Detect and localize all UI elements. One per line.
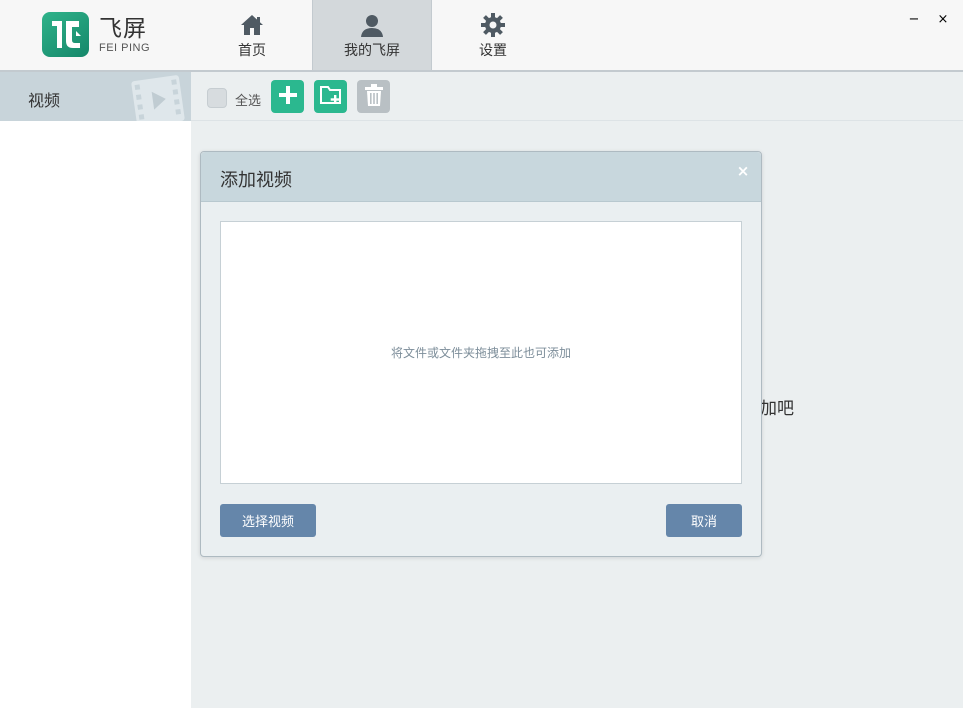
gear-icon	[480, 12, 506, 38]
tab-settings-label: 设置	[479, 43, 507, 59]
toolbar: 全选	[191, 72, 963, 121]
dialog-close-button[interactable]: ×	[735, 162, 751, 180]
logo-mark-icon	[42, 12, 89, 57]
add-folder-button[interactable]	[314, 80, 347, 113]
trash-icon	[364, 83, 384, 111]
add-video-button[interactable]	[271, 80, 304, 113]
tab-home-label: 首页	[238, 43, 266, 59]
choose-video-button[interactable]: 选择视频	[220, 504, 316, 537]
delete-button[interactable]	[357, 80, 390, 113]
sidebar-item-video[interactable]: 视频	[0, 72, 191, 121]
select-all-checkbox[interactable]	[207, 88, 227, 108]
add-video-dialog: 添加视频 × 将文件或文件夹拖拽至此也可添加 选择视频 取消	[200, 151, 762, 557]
logo-name-cn: 飞屏	[99, 15, 147, 42]
dialog-header: 添加视频 ×	[201, 152, 761, 202]
title-bar: 飞屏 FEI PING 首页 我的飞屏 设置 − ×	[0, 0, 963, 72]
film-play-icon	[128, 74, 188, 121]
file-drop-zone[interactable]: 将文件或文件夹拖拽至此也可添加	[220, 221, 742, 484]
logo-name-en: FEI PING	[99, 41, 151, 54]
logo-text: 飞屏 FEI PING	[99, 16, 150, 54]
tab-settings[interactable]: 设置	[433, 0, 553, 70]
tab-my-feiping-label: 我的飞屏	[344, 43, 400, 59]
tab-my-feiping[interactable]: 我的飞屏	[312, 0, 432, 70]
tab-home[interactable]: 首页	[192, 0, 312, 70]
empty-state-hint: 加吧	[760, 399, 794, 419]
app-logo: 飞屏 FEI PING	[42, 12, 150, 57]
home-icon	[239, 12, 265, 38]
close-window-button[interactable]: ×	[934, 10, 952, 28]
select-all-label[interactable]: 全选	[235, 90, 261, 109]
folder-plus-icon	[319, 84, 343, 110]
sidebar: 视频	[0, 72, 191, 708]
user-icon	[359, 12, 385, 38]
sidebar-item-label: 视频	[28, 91, 61, 110]
plus-icon	[278, 85, 298, 109]
cancel-button[interactable]: 取消	[666, 504, 742, 537]
minimize-button[interactable]: −	[905, 10, 923, 28]
drop-hint-text: 将文件或文件夹拖拽至此也可添加	[390, 346, 571, 360]
dialog-title: 添加视频	[220, 170, 292, 191]
